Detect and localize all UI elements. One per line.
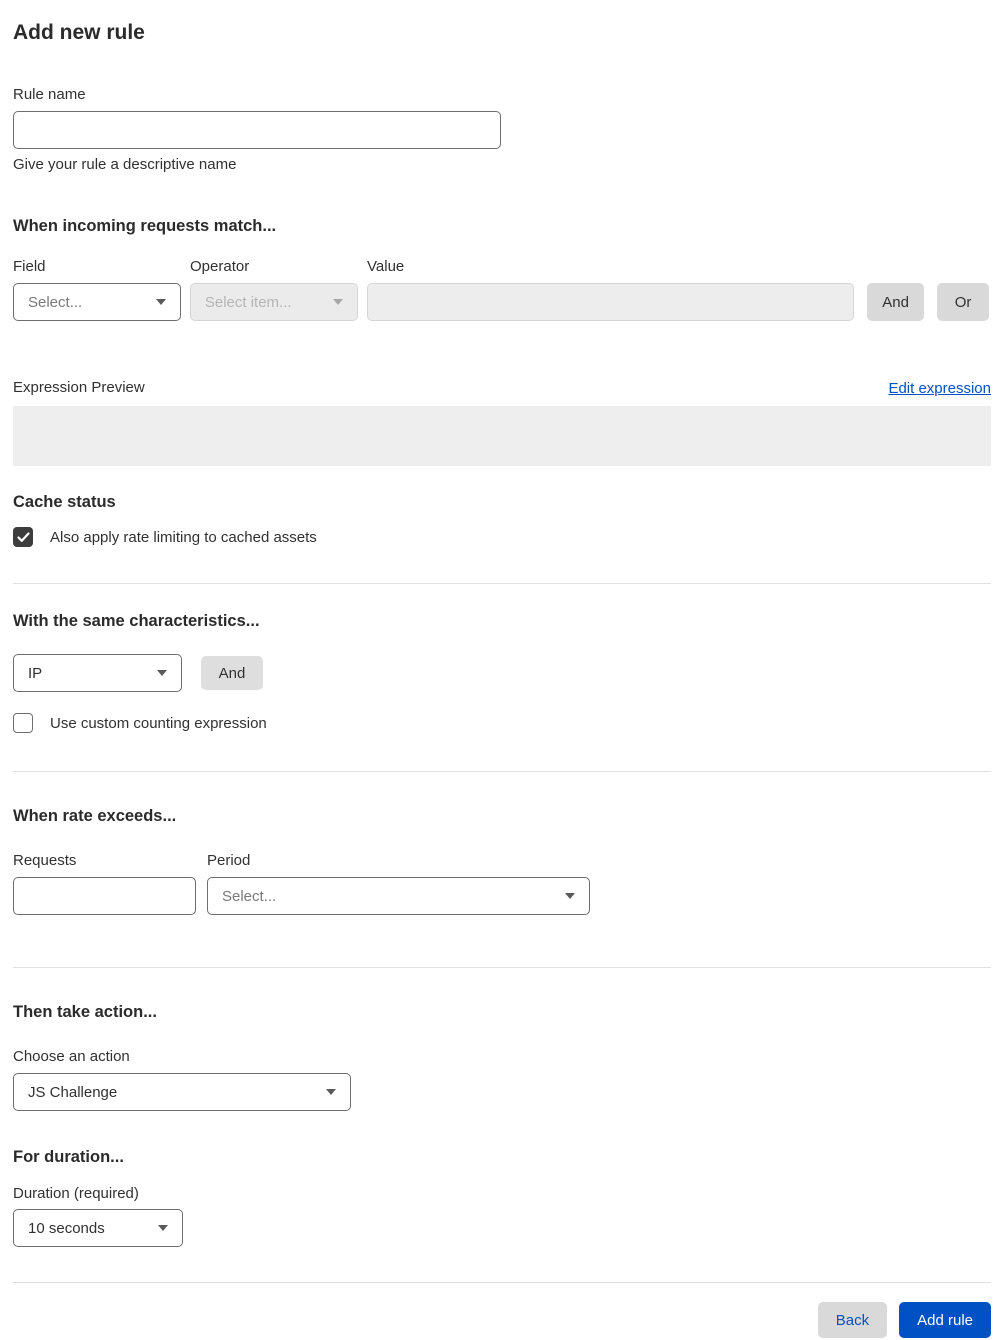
action-label: Choose an action (13, 1048, 130, 1066)
section-divider (13, 771, 991, 773)
rate-section-heading: When rate exceeds... (13, 807, 177, 826)
chevron-down-icon (158, 1225, 168, 1232)
checkmark-icon (16, 532, 30, 543)
rule-name-input[interactable] (13, 111, 501, 150)
add-rule-button[interactable]: Add rule (899, 1302, 991, 1339)
and-button[interactable]: And (867, 283, 925, 322)
cache-checkbox[interactable] (13, 527, 33, 548)
requests-label: Requests (13, 852, 77, 870)
value-input[interactable] (366, 283, 855, 322)
expression-preview-label: Expression Preview (13, 379, 145, 397)
field-select-value: Select... (28, 293, 83, 311)
or-button[interactable]: Or (937, 283, 990, 322)
duration-label: Duration (required) (13, 1185, 139, 1203)
field-label: Field (13, 258, 46, 276)
page-title: Add new rule (13, 21, 145, 44)
chevron-down-icon (332, 299, 343, 306)
operator-label: Operator (190, 258, 250, 276)
action-select[interactable]: JS Challenge (13, 1073, 351, 1112)
operator-select[interactable]: Select item... (189, 283, 358, 322)
rule-name-label: Rule name (13, 86, 86, 104)
chevron-down-icon (155, 299, 166, 306)
duration-select-value: 10 seconds (28, 1219, 105, 1237)
operator-select-value: Select item... (204, 293, 292, 311)
period-select[interactable]: Select... (207, 877, 590, 916)
value-label: Value (367, 258, 405, 276)
characteristics-and-button[interactable]: And (201, 656, 263, 691)
characteristics-section-heading: With the same characteristics... (13, 612, 260, 631)
match-section-heading: When incoming requests match... (13, 217, 277, 236)
chevron-down-icon (565, 893, 575, 900)
back-button[interactable]: Back (817, 1302, 888, 1339)
section-divider (13, 967, 991, 969)
custom-counting-checkbox[interactable] (13, 713, 33, 734)
custom-counting-checkbox-label: Use custom counting expression (50, 714, 267, 732)
period-select-value: Select... (222, 887, 277, 905)
footer-divider (13, 1282, 991, 1284)
chevron-down-icon (326, 1089, 336, 1096)
requests-input[interactable] (13, 877, 196, 916)
edit-expression-link[interactable]: Edit expression (888, 380, 991, 397)
rule-name-helper: Give your rule a descriptive name (13, 156, 237, 174)
action-select-value: JS Challenge (28, 1083, 118, 1101)
cache-checkbox-label: Also apply rate limiting to cached asset… (50, 528, 317, 546)
footer-actions: Back Add rule (13, 1302, 991, 1339)
cache-section-heading: Cache status (13, 493, 116, 512)
action-section-heading: Then take action... (13, 1003, 157, 1022)
field-select[interactable]: Select... (13, 283, 181, 322)
add-rule-form: Add new rule Rule name Give your rule a … (0, 0, 1002, 1339)
expression-preview-box (13, 406, 991, 467)
chevron-down-icon (157, 670, 167, 677)
characteristic-select-value: IP (28, 664, 43, 682)
duration-select[interactable]: 10 seconds (13, 1209, 183, 1248)
duration-section-heading: For duration... (13, 1148, 124, 1167)
characteristic-select[interactable]: IP (13, 654, 182, 693)
section-divider (13, 583, 991, 585)
period-label: Period (207, 852, 251, 870)
